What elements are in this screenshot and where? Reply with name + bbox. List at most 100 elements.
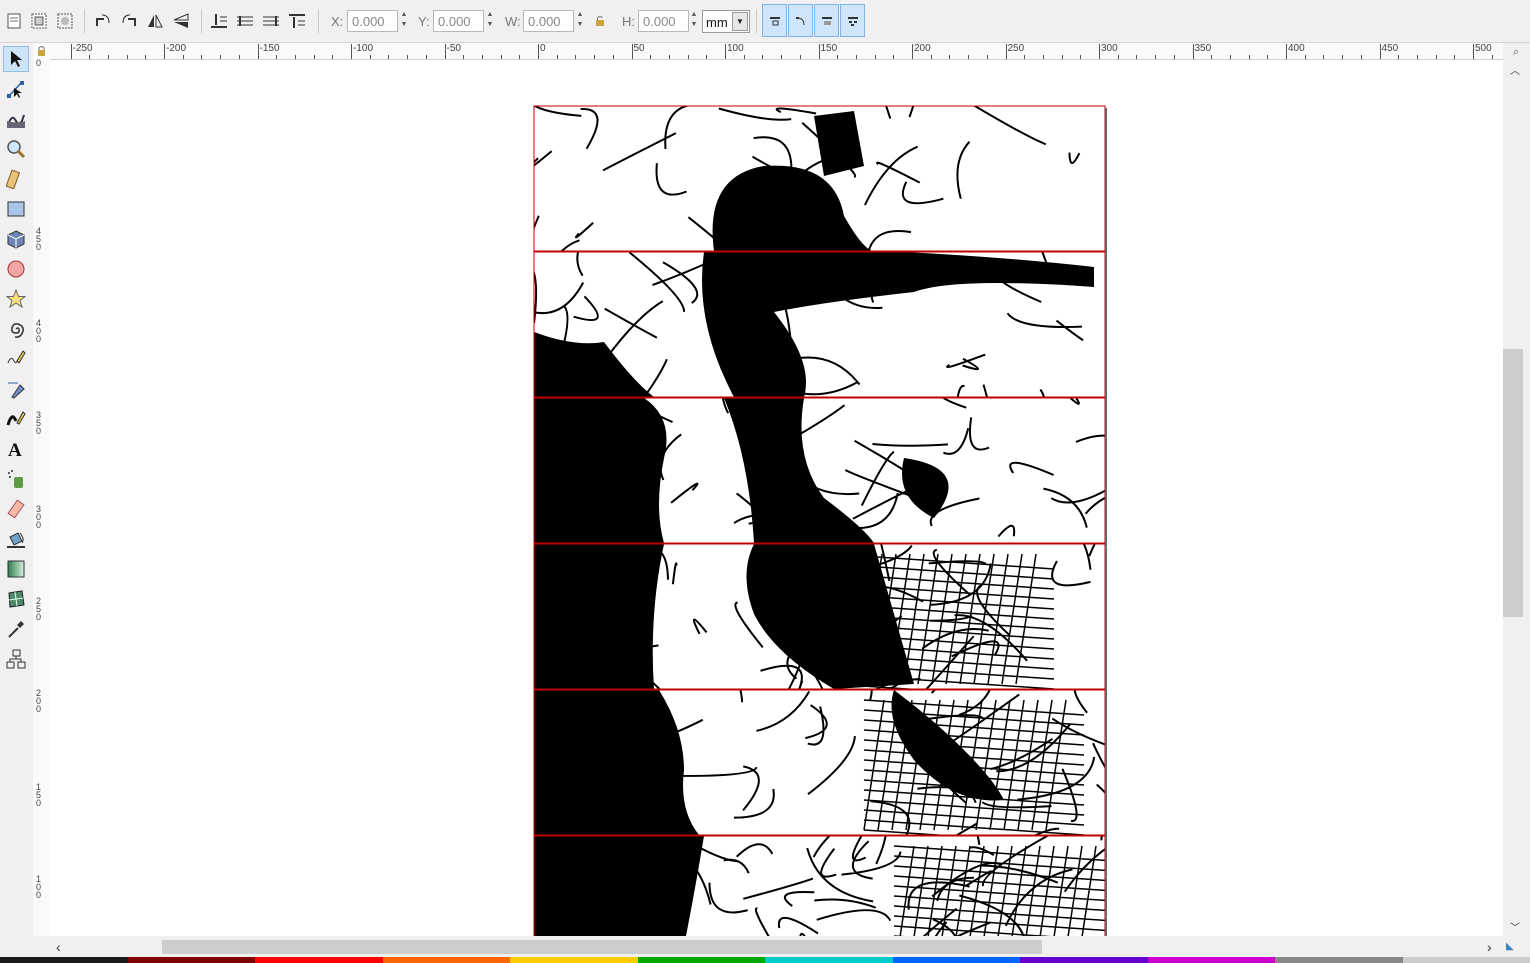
ruler-minor-tick bbox=[294, 55, 296, 59]
palette-swatch[interactable] bbox=[382, 957, 510, 963]
ruler-minor-tick bbox=[725, 55, 726, 59]
ruler-minor-tick bbox=[949, 55, 951, 59]
ruler-minor-tick bbox=[1491, 55, 1493, 59]
zoom-icon[interactable] bbox=[3, 136, 29, 162]
palette-swatch[interactable] bbox=[1275, 957, 1403, 963]
rectangle-icon[interactable] bbox=[3, 196, 29, 222]
ruler-minor-tick bbox=[1304, 55, 1306, 59]
resize-grip-icon[interactable]: ◣ bbox=[1506, 941, 1514, 952]
spiral-icon[interactable] bbox=[3, 316, 29, 342]
star-icon[interactable] bbox=[3, 286, 29, 312]
ruler-minor-tick bbox=[126, 55, 128, 59]
palette-swatch[interactable] bbox=[765, 957, 893, 963]
horizontal-scroll-thumb[interactable] bbox=[162, 940, 1042, 954]
eraser-icon[interactable] bbox=[3, 496, 29, 522]
node-icon[interactable] bbox=[3, 76, 29, 102]
scroll-left-icon[interactable]: ‹ bbox=[56, 939, 61, 955]
scroll-up-icon[interactable]: ︿ bbox=[1510, 62, 1520, 77]
lock-guides-icon[interactable] bbox=[33, 43, 50, 59]
horizontal-scrollbar[interactable]: ‹ › ◣ bbox=[50, 937, 1514, 957]
ruler-label: 0 bbox=[540, 43, 546, 54]
ruler-minor-tick bbox=[1473, 55, 1474, 59]
pencil-icon[interactable] bbox=[3, 346, 29, 372]
transform-gradients-toggle[interactable] bbox=[814, 4, 839, 37]
unit-select[interactable]: mm ▼ bbox=[702, 10, 750, 33]
ruler-minor-tick bbox=[1155, 55, 1157, 59]
h-field[interactable]: 0.000 bbox=[638, 10, 689, 32]
palette-swatch[interactable] bbox=[1147, 957, 1275, 963]
vertical-scroll-thumb[interactable] bbox=[1503, 349, 1523, 617]
rotate-cw-icon[interactable] bbox=[119, 11, 139, 31]
page-shadow bbox=[1105, 108, 1107, 936]
zoom-corner-icon[interactable]: ⌕ bbox=[1509, 46, 1523, 60]
raise-icon[interactable] bbox=[261, 11, 281, 31]
ruler-minor-tick bbox=[612, 55, 614, 59]
flip-horizontal-icon[interactable] bbox=[145, 11, 165, 31]
mesh-icon[interactable] bbox=[3, 586, 29, 612]
paint-bucket-icon[interactable] bbox=[3, 526, 29, 552]
h-spinner[interactable]: ▲ ▼ bbox=[689, 10, 699, 32]
palette-swatch[interactable] bbox=[127, 957, 255, 963]
document-page[interactable] bbox=[50, 60, 1503, 936]
palette-swatch[interactable] bbox=[1402, 957, 1530, 963]
ruler-minor-tick bbox=[837, 55, 839, 59]
ellipse-icon[interactable] bbox=[3, 256, 29, 282]
box3d-icon[interactable] bbox=[3, 226, 29, 252]
spray-icon[interactable] bbox=[3, 466, 29, 492]
horizontal-ruler[interactable]: -250 -200 -150 -100 -50 0 50 100 150 200 250 300 350… bbox=[50, 43, 1503, 60]
drawing-canvas[interactable] bbox=[50, 60, 1503, 936]
calligraphy-icon[interactable] bbox=[3, 406, 29, 432]
tweak-icon[interactable] bbox=[3, 106, 29, 132]
color-palette[interactable] bbox=[0, 957, 1530, 963]
text-icon[interactable]: A bbox=[3, 436, 29, 462]
x-spinner[interactable]: ▲ ▼ bbox=[399, 10, 409, 32]
ruler-minor-tick bbox=[463, 55, 465, 59]
palette-swatch[interactable] bbox=[892, 957, 1020, 963]
scale-stroke-toggle[interactable] bbox=[762, 4, 787, 37]
select-all-layers-icon[interactable] bbox=[29, 11, 49, 31]
palette-swatch[interactable] bbox=[255, 957, 383, 963]
w-field[interactable]: 0.000 bbox=[523, 10, 574, 32]
gradient-icon[interactable] bbox=[3, 556, 29, 582]
scale-corners-toggle[interactable] bbox=[788, 4, 813, 37]
lower-icon[interactable] bbox=[235, 11, 255, 31]
ruler-minor-tick bbox=[238, 55, 240, 59]
y-spinner[interactable]: ▲ ▼ bbox=[485, 10, 495, 32]
select-all-icon[interactable] bbox=[4, 11, 24, 31]
dropper-icon[interactable] bbox=[3, 616, 29, 642]
ruler-minor-tick bbox=[687, 55, 689, 59]
x-field[interactable]: 0.000 bbox=[347, 10, 398, 32]
y-label: Y: bbox=[418, 14, 430, 29]
ruler-minor-tick bbox=[556, 55, 558, 59]
scroll-right-icon[interactable]: › bbox=[1487, 939, 1492, 955]
palette-swatch[interactable] bbox=[637, 957, 765, 963]
connector-icon[interactable] bbox=[3, 646, 29, 672]
y-field[interactable]: 0.000 bbox=[433, 10, 484, 32]
selector-icon[interactable] bbox=[3, 46, 29, 72]
raise-to-top-icon[interactable] bbox=[287, 11, 307, 31]
lock-ratio-icon[interactable] bbox=[590, 11, 610, 31]
ruler-minor-tick bbox=[855, 55, 857, 59]
palette-swatch[interactable] bbox=[1020, 957, 1148, 963]
ruler-label: 400 bbox=[1288, 43, 1305, 54]
ruler-minor-tick bbox=[1435, 55, 1437, 59]
palette-swatch[interactable] bbox=[0, 957, 128, 963]
ruler-label: 350 bbox=[1194, 43, 1212, 54]
toolbox: A bbox=[0, 43, 33, 936]
w-spinner[interactable]: ▲ ▼ bbox=[575, 10, 585, 32]
flip-vertical-icon[interactable] bbox=[171, 11, 191, 31]
map-tile[interactable] bbox=[505, 374, 1154, 543]
measure-icon[interactable] bbox=[3, 166, 29, 192]
ruler-label: 100 bbox=[727, 43, 744, 54]
vertical-ruler[interactable]: 045040035030025020015010050 bbox=[33, 59, 51, 936]
deselect-icon[interactable] bbox=[55, 11, 75, 31]
ruler-minor-tick bbox=[799, 55, 801, 59]
palette-swatch[interactable] bbox=[510, 957, 638, 963]
scroll-down-icon[interactable]: ﹀ bbox=[1510, 919, 1520, 934]
lower-to-bottom-icon[interactable] bbox=[209, 11, 229, 31]
pen-icon[interactable] bbox=[3, 376, 29, 402]
ruler-minor-tick bbox=[332, 55, 334, 59]
rotate-ccw-icon[interactable] bbox=[93, 11, 113, 31]
vertical-scrollbar[interactable]: ⌕ ︿ ﹀ bbox=[1503, 43, 1530, 936]
transform-patterns-toggle[interactable] bbox=[840, 4, 865, 37]
